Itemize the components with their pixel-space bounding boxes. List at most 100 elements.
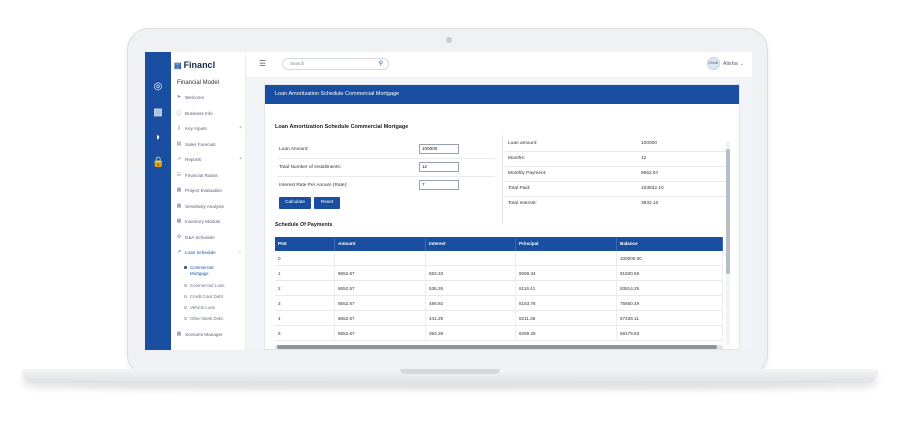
table-cell: 91930.66 bbox=[617, 266, 723, 280]
bar-chart-icon[interactable]: ▩ bbox=[152, 107, 164, 119]
table-cell: 59179.83 bbox=[617, 326, 723, 340]
pie-chart-icon[interactable]: ◗ bbox=[152, 132, 164, 144]
table-cell: 1 bbox=[275, 266, 335, 280]
sidebar-item-label: D&A Schedule bbox=[185, 234, 215, 240]
ratio-icon: ☷ bbox=[176, 172, 182, 178]
subitem-label: Commercial bbox=[190, 265, 214, 270]
sidebar-item-project-evaluation[interactable]: ▦ Project Evaluation bbox=[176, 187, 242, 193]
trend-icon: ↗ bbox=[176, 249, 182, 255]
info-icon: ⓘ bbox=[176, 111, 182, 117]
column-header[interactable]: Interest bbox=[426, 237, 516, 251]
loan-amount-input[interactable]: 100000 bbox=[419, 144, 459, 154]
summary-value: 100000 bbox=[641, 141, 658, 146]
sidebar-item-da-schedule[interactable]: ⚙ D&A Schedule bbox=[176, 234, 242, 240]
sidebar-subitem-commercial-mortgage[interactable]: Commercial Mortgage bbox=[184, 265, 214, 277]
bullet-icon bbox=[184, 306, 187, 309]
installments-input[interactable]: 12 bbox=[419, 162, 459, 172]
column-header[interactable]: Pmt bbox=[275, 237, 335, 251]
summary-row: Total Paid: 103832.10 bbox=[505, 182, 727, 197]
sidebar-item-label: Scenario Manager bbox=[185, 331, 223, 337]
sidebar-item-sensitivity-analysis[interactable]: ▦ Sensitivity Analysis bbox=[176, 203, 242, 209]
table-cell: 8069.34 bbox=[516, 266, 617, 280]
table-cell: 393.39 bbox=[426, 326, 516, 340]
scroll-thumb[interactable] bbox=[726, 149, 730, 274]
table-cell: 3 bbox=[275, 296, 335, 310]
chevron-down-icon[interactable]: ⌄ bbox=[740, 61, 744, 67]
avatar[interactable]: CN-W bbox=[706, 57, 720, 70]
user-name: Alisha bbox=[722, 60, 738, 67]
search-icon[interactable]: ⚲ bbox=[379, 59, 383, 69]
active-dot-icon bbox=[184, 266, 187, 269]
topbar: ☰ Search ⚲ CN-W Alisha ⌄ bbox=[246, 52, 752, 78]
schedule-title: Schedule Of Payments bbox=[275, 222, 333, 228]
sidebar-subitem-credit-card-debt[interactable]: Credit Card Debt bbox=[184, 294, 223, 300]
summary-row: Total Interest: 3832.10 bbox=[505, 197, 727, 212]
expand-plus-icon: + bbox=[239, 156, 242, 162]
sidebar-item-label: Key Inputs bbox=[185, 125, 207, 131]
sidebar-item-business-info[interactable]: ⓘ Business Info bbox=[176, 110, 242, 117]
menu-icon[interactable]: ☰ bbox=[259, 59, 266, 68]
table-cell: 441.29 bbox=[426, 311, 516, 325]
search-input[interactable]: Search ⚲ bbox=[282, 58, 389, 70]
table-row: 1 8652.67 583.33 8069.34 91930.66 bbox=[275, 266, 723, 281]
table-cell bbox=[335, 251, 426, 265]
sidebar-subitem-vehicle-loan[interactable]: Vehicle Loan bbox=[184, 305, 215, 311]
dashboard-icon[interactable]: ◎ bbox=[152, 81, 164, 93]
user-menu[interactable]: CN-W Alisha ⌄ bbox=[706, 57, 744, 70]
column-header[interactable]: Balance bbox=[617, 237, 723, 251]
lock-icon[interactable]: 🔒 bbox=[152, 157, 164, 169]
trend-icon: ↗ bbox=[176, 156, 182, 162]
calculate-button[interactable]: Calculate bbox=[279, 197, 311, 209]
horizontal-scrollbar[interactable] bbox=[275, 345, 723, 349]
summary-row: Loan amount: 100000 bbox=[505, 137, 727, 152]
sidebar-item-reports[interactable]: ↗ Reports + bbox=[176, 156, 242, 162]
sidebar-item-loan-schedule[interactable]: ↗ Loan Schedule ⌄ bbox=[176, 249, 242, 255]
table-cell: 83814.25 bbox=[617, 281, 723, 295]
sidebar-item-financial-ratios[interactable]: ☷ Financial Ratios bbox=[176, 172, 242, 178]
column-header[interactable]: Principal bbox=[516, 237, 617, 251]
logo-mark-icon: ▤ bbox=[174, 61, 182, 70]
table-cell: 5 bbox=[275, 326, 335, 340]
scroll-thumb[interactable] bbox=[277, 345, 717, 349]
interest-rate-row: Interest Rate Per Annum (Rate): 7 bbox=[277, 177, 495, 195]
table-cell: 8652.67 bbox=[335, 296, 426, 310]
settings-icon: ⚙ bbox=[176, 234, 182, 240]
brand-logo[interactable]: ▤ Financl bbox=[174, 60, 215, 70]
main-content: Loan Amortization Schedule Commercial Mo… bbox=[246, 78, 752, 350]
summary-value: 103832.10 bbox=[641, 186, 664, 191]
grid-icon: ▦ bbox=[176, 187, 182, 193]
sidebar-subitem-other-bank-debt[interactable]: Other Bank Debt bbox=[184, 316, 223, 322]
interest-rate-input[interactable]: 7 bbox=[419, 180, 459, 190]
bullet-icon bbox=[184, 317, 187, 320]
sidebar-item-inventory-module[interactable]: ▦ Inventory Module bbox=[176, 218, 242, 224]
table-cell: 8652.67 bbox=[335, 326, 426, 340]
subitem-label: Mortgage bbox=[190, 271, 209, 276]
sidebar-item-label: Welcome bbox=[185, 94, 205, 100]
subitem-label: Other Bank Debt bbox=[190, 316, 223, 321]
table-header: Pmt Amount Interest Principal Balance bbox=[275, 237, 723, 251]
sidebar-item-welcome[interactable]: ➤ Welcome bbox=[176, 94, 242, 100]
summary-row: Monthly Payment: 8652.67 bbox=[505, 167, 727, 182]
summary-value: 3832.10 bbox=[641, 201, 659, 206]
reset-button[interactable]: Reset bbox=[314, 197, 340, 209]
table-row: 3 8652.67 488.92 8163.76 75650.49 bbox=[275, 296, 723, 311]
summary-key: Monthly Payment: bbox=[508, 171, 547, 176]
table-cell: 75650.49 bbox=[617, 296, 723, 310]
column-header[interactable]: Amount bbox=[335, 237, 426, 251]
table-cell: 0 bbox=[275, 251, 335, 265]
sidebar-item-label: Sensitivity Analysis bbox=[185, 203, 224, 209]
app-screen: ◎ ▩ ◗ 🔒 ▤ Financl Financial Model ➤ Welcom… bbox=[145, 52, 752, 350]
subitem-label: Credit Card Debt bbox=[190, 294, 223, 299]
search-placeholder: Search bbox=[290, 61, 305, 66]
sidebar-subitem-commercial-loan[interactable]: Commercial Loan bbox=[184, 283, 224, 289]
sidebar-item-key-inputs[interactable]: ⚷ Key Inputs + bbox=[176, 125, 242, 131]
expand-plus-icon: + bbox=[239, 125, 242, 131]
sidebar-item-sales-forecast[interactable]: ▤ Sales Forecast bbox=[176, 141, 242, 147]
chart-icon: ▤ bbox=[176, 141, 182, 147]
bullet-icon bbox=[184, 284, 187, 287]
sidebar-item-scenario-manager[interactable]: ▦ Scenario Manager bbox=[176, 331, 242, 337]
summary-key: Months: bbox=[508, 156, 526, 161]
summary-row: Months: 12 bbox=[505, 152, 727, 167]
sidebar: ▤ Financl Financial Model ➤ Welcome ⓘ Busin… bbox=[171, 52, 246, 350]
vertical-scrollbar[interactable] bbox=[726, 141, 730, 345]
